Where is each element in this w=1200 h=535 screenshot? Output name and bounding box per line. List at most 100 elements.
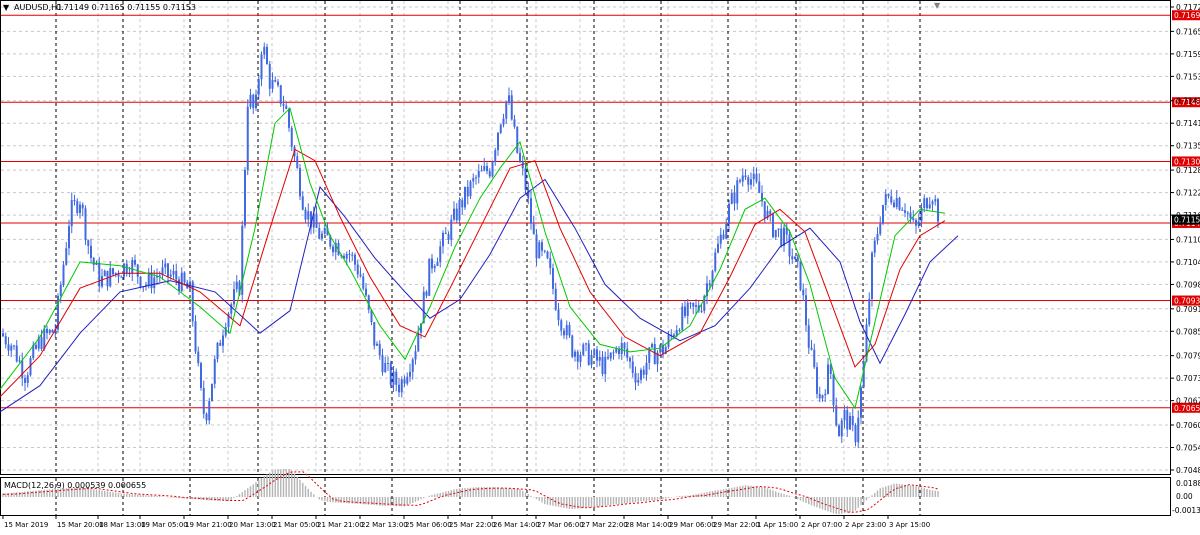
candle-body: [931, 201, 934, 205]
candle-body: [508, 95, 510, 102]
candle-body: [708, 283, 711, 286]
candle-body: [216, 342, 219, 360]
current-price-label: 0.71153: [1174, 216, 1200, 225]
candle-body: [51, 329, 54, 333]
chart-canvas[interactable]: 0.716980.714660.713080.711440.709370.706…: [0, 0, 1200, 531]
candle-body: [257, 79, 260, 95]
chart-title: AUDUSD,H1: [14, 3, 62, 12]
candle-body: [180, 272, 183, 292]
macd-label: MACD(12,26,9) 0.000539 0.000655: [4, 481, 146, 490]
candle-body: [601, 357, 604, 375]
chart-menu-icon[interactable]: ▼: [3, 3, 10, 12]
candle-body: [472, 177, 475, 182]
candle-body: [574, 351, 576, 357]
candle-body: [24, 378, 26, 383]
candle-body: [458, 200, 461, 221]
candle-body: [747, 177, 750, 185]
candle-body: [373, 322, 376, 346]
price-tick-label: 0.70605: [1176, 421, 1200, 430]
candle-body: [10, 345, 13, 351]
candle-body: [799, 261, 802, 290]
candle-body: [197, 351, 200, 364]
candle-body: [849, 416, 851, 430]
candle-body: [359, 274, 362, 277]
candle-body: [387, 362, 389, 364]
candle-body: [315, 213, 318, 228]
candle-body: [15, 345, 18, 362]
candle-body: [915, 219, 917, 226]
candle-body: [909, 212, 912, 219]
candle-body: [301, 196, 304, 210]
candle-body: [926, 198, 928, 209]
candle-body: [18, 360, 21, 362]
candle-body: [843, 410, 846, 421]
scroll-marker-icon[interactable]: ▼: [934, 1, 941, 10]
time-tick-label: 22 Mar 13:00: [361, 521, 408, 529]
price-tick-label: 0.71655: [1176, 27, 1200, 36]
time-tick-label: 25 Mar 06:00: [405, 521, 452, 529]
candle-body: [431, 258, 433, 269]
candle-body: [568, 325, 571, 336]
candle-body: [384, 362, 387, 373]
candle-body: [403, 379, 406, 384]
candle-body: [620, 342, 623, 355]
candle-body: [893, 202, 895, 207]
candle-body: [164, 263, 167, 268]
candle-body: [59, 284, 62, 296]
candle-body: [433, 265, 436, 269]
candle-body: [76, 200, 79, 214]
candle-body: [783, 227, 785, 246]
candle-body: [249, 94, 252, 107]
candle-body: [937, 199, 939, 222]
candle-body: [70, 200, 73, 227]
candle-body: [530, 198, 532, 224]
candle-body: [200, 363, 202, 388]
candle-body: [477, 171, 480, 178]
candle-body: [653, 343, 656, 365]
candle-body: [43, 328, 46, 349]
candle-body: [299, 168, 301, 197]
candle-body: [277, 81, 279, 86]
candle-body: [805, 295, 807, 326]
candle-body: [692, 302, 695, 307]
candle-body: [345, 253, 348, 259]
candle-body: [235, 281, 238, 290]
time-axis[interactable]: 15 Mar 2019 15 Mar 20:0018 Mar 13:0019 Ma…: [2, 516, 930, 529]
candle-body: [700, 310, 703, 312]
candle-body: [134, 259, 136, 265]
time-tick-label: 27 Mar 06:00: [537, 521, 584, 529]
candle-body: [736, 180, 739, 204]
candle-body: [406, 376, 409, 384]
candle-body: [178, 279, 180, 292]
candle-body: [125, 263, 128, 274]
time-tick-label: 20 Mar 13:00: [229, 521, 276, 529]
time-tick-label: 2 Apr 23:00: [845, 521, 886, 529]
candle-body: [447, 234, 450, 240]
candle-body: [79, 204, 81, 214]
candle-body: [351, 254, 354, 256]
candle-body: [906, 212, 909, 214]
candle-body: [213, 359, 216, 384]
candle-body: [673, 334, 675, 337]
time-tick-label: 21 Mar 21:00: [317, 521, 364, 529]
candle-body: [777, 228, 780, 230]
candle-body: [7, 344, 10, 351]
candle-body: [541, 242, 543, 251]
candle-body: [202, 387, 205, 414]
candle-body: [222, 335, 224, 346]
candle-body: [923, 198, 926, 208]
candle-body: [92, 258, 95, 265]
candle-body: [400, 379, 403, 393]
price-tick-label: 0.70545: [1176, 444, 1200, 453]
candle-body: [211, 383, 213, 402]
candle-body: [758, 181, 761, 193]
candle-body: [398, 384, 400, 393]
time-tick-label: 18 Mar 13:00: [99, 521, 146, 529]
trading-chart[interactable]: 0.716980.714660.713080.711440.709370.706…: [0, 0, 1200, 531]
candle-body: [2, 333, 4, 337]
candle-body: [846, 410, 849, 430]
candle-body: [376, 343, 378, 346]
time-tick-label: 3 Apr 15:00: [889, 521, 930, 529]
candle-body: [876, 234, 879, 241]
candle-body: [491, 161, 494, 177]
